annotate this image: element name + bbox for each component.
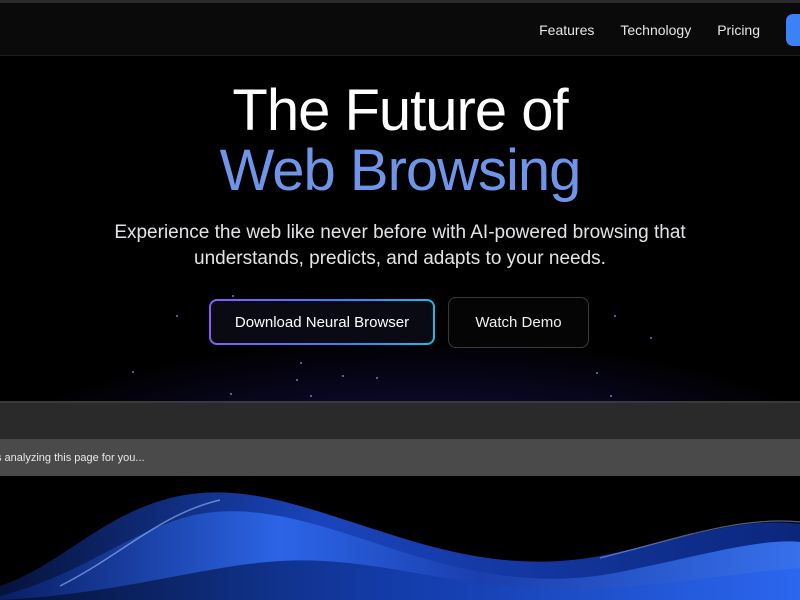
hero-title: The Future of — [232, 78, 568, 143]
star-particle — [132, 371, 134, 373]
star-particle — [232, 295, 234, 297]
wave-graphic — [0, 492, 800, 600]
hero-title-accent: Web Browsing — [219, 138, 582, 203]
star-particle — [230, 393, 232, 395]
star-particle — [650, 337, 652, 339]
watch-demo-button[interactable]: Watch Demo — [448, 297, 589, 348]
hero-subtitle-line-2: understands, predicts, and adapts to you… — [194, 248, 606, 269]
hero-subtitle-line-1: Experience the web like never before wit… — [114, 222, 686, 243]
nav-link-pricing[interactable]: Pricing — [717, 22, 760, 38]
star-particle — [342, 375, 344, 377]
toolbar-strip — [0, 401, 800, 439]
nav-link-technology[interactable]: Technology — [620, 22, 691, 38]
nav-link-features[interactable]: Features — [539, 22, 594, 38]
nav-cta-button[interactable] — [786, 13, 800, 46]
wave-decoration — [0, 476, 800, 600]
star-particle — [176, 315, 178, 317]
hero-subtitle: Experience the web like never before wit… — [60, 220, 740, 272]
star-particle — [310, 395, 312, 397]
star-particle — [614, 315, 616, 317]
ai-status-text: s analyzing this page for you... — [0, 451, 145, 464]
download-button-label: Download Neural Browser — [211, 301, 433, 343]
navbar: Features Technology Pricing — [0, 3, 800, 56]
star-particle — [610, 395, 612, 397]
star-particle — [300, 362, 302, 364]
nav-links: Features Technology Pricing — [539, 3, 800, 56]
star-particle — [376, 377, 378, 379]
star-particle — [296, 379, 298, 381]
hero-section: The Future of Web Browsing Experience th… — [0, 57, 800, 401]
download-button[interactable]: Download Neural Browser — [209, 299, 435, 345]
ai-status-bar: s analyzing this page for you... — [0, 439, 800, 476]
page: Features Technology Pricing The Future o… — [0, 0, 800, 600]
star-particle — [596, 372, 598, 374]
